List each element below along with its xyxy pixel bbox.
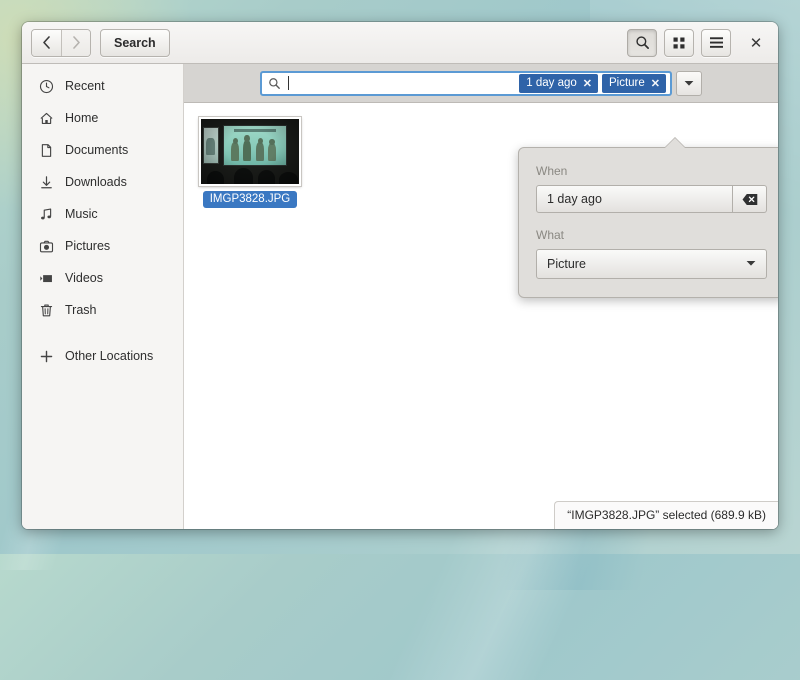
chevron-down-icon (746, 260, 756, 269)
when-row: 1 day ago (536, 185, 767, 213)
file-item[interactable]: IMGP3828.JPG (198, 117, 302, 208)
home-icon (38, 110, 54, 126)
hamburger-menu-icon (709, 36, 724, 49)
download-icon (38, 174, 54, 190)
search-input[interactable]: 1 day ago ✕ Picture ✕ (260, 71, 672, 96)
filter-tag-label: 1 day ago (526, 77, 577, 89)
back-button[interactable] (32, 30, 61, 56)
grid-view-icon (672, 36, 686, 50)
main-pane: 1 day ago ✕ Picture ✕ (184, 64, 778, 529)
sidebar-separator (22, 326, 183, 340)
what-value: Picture (547, 257, 586, 271)
file-chooser-window: Search ✕ (22, 22, 778, 529)
clear-backspace-icon (742, 193, 758, 206)
what-label: What (536, 228, 767, 242)
sidebar-item-label: Pictures (65, 239, 110, 253)
sidebar-item-label: Downloads (65, 175, 127, 189)
camera-icon (38, 238, 54, 254)
search-bar: 1 day ago ✕ Picture ✕ (184, 64, 778, 103)
when-clear-button[interactable] (733, 185, 767, 213)
sidebar-item-label: Other Locations (65, 349, 153, 363)
places-sidebar: Recent Home (22, 64, 184, 529)
text-cursor (288, 76, 289, 90)
navigation-buttons (31, 29, 91, 57)
search-toggle-button[interactable] (627, 29, 657, 57)
window-body: Recent Home (22, 64, 778, 529)
chevron-down-icon (684, 80, 694, 87)
search-icon (635, 35, 650, 50)
search-filter-popover: When 1 day ago What Picture (518, 147, 778, 298)
sidebar-item-label: Recent (65, 79, 105, 93)
sidebar-item-label: Home (65, 111, 98, 125)
grid-view-button[interactable] (664, 29, 694, 57)
filter-tag-when[interactable]: 1 day ago ✕ (519, 74, 598, 93)
clock-icon (38, 78, 54, 94)
chevron-right-icon (72, 36, 81, 49)
file-thumbnail (199, 117, 301, 186)
sidebar-item-trash[interactable]: Trash (22, 294, 183, 326)
remove-tag-icon[interactable]: ✕ (583, 77, 592, 90)
plus-icon (38, 348, 54, 364)
sidebar-item-label: Music (65, 207, 98, 221)
what-row: Picture (536, 249, 767, 279)
sidebar-item-other-locations[interactable]: Other Locations (22, 340, 183, 372)
search-filter-tags: 1 day ago ✕ Picture ✕ (519, 74, 666, 93)
document-icon (38, 142, 54, 158)
header-bar: Search ✕ (22, 22, 778, 64)
sidebar-item-recent[interactable]: Recent (22, 70, 183, 102)
file-list-view[interactable]: IMGP3828.JPG When 1 day ago (184, 103, 778, 529)
status-bar: “IMGP3828.JPG” selected (689.9 kB) (554, 501, 778, 529)
search-entry-wrap: 1 day ago ✕ Picture ✕ (260, 71, 702, 96)
sidebar-item-music[interactable]: Music (22, 198, 183, 230)
main-menu-button[interactable] (701, 29, 731, 57)
when-label: When (536, 164, 767, 178)
search-options-dropdown-button[interactable] (676, 71, 702, 96)
trash-icon (38, 302, 54, 318)
filter-tag-what[interactable]: Picture ✕ (602, 74, 666, 93)
forward-button[interactable] (61, 30, 90, 56)
thumb-vignette (201, 119, 299, 184)
sidebar-item-downloads[interactable]: Downloads (22, 166, 183, 198)
music-note-icon (38, 206, 54, 222)
filter-tag-label: Picture (609, 77, 645, 89)
what-combobox[interactable]: Picture (536, 249, 767, 279)
sidebar-item-videos[interactable]: Videos (22, 262, 183, 294)
magnifier-icon (268, 77, 281, 90)
sidebar-item-label: Documents (65, 143, 128, 157)
file-name-label[interactable]: IMGP3828.JPG (203, 191, 298, 208)
video-icon (38, 270, 54, 286)
sidebar-item-pictures[interactable]: Pictures (22, 230, 183, 262)
when-field[interactable]: 1 day ago (536, 185, 733, 213)
remove-tag-icon[interactable]: ✕ (651, 77, 660, 90)
sidebar-item-label: Videos (65, 271, 103, 285)
sidebar-item-label: Trash (65, 303, 97, 317)
chevron-left-icon (42, 36, 51, 49)
close-window-button[interactable]: ✕ (743, 30, 769, 56)
sidebar-item-home[interactable]: Home (22, 102, 183, 134)
search-mode-button[interactable]: Search (100, 29, 170, 57)
sidebar-item-documents[interactable]: Documents (22, 134, 183, 166)
